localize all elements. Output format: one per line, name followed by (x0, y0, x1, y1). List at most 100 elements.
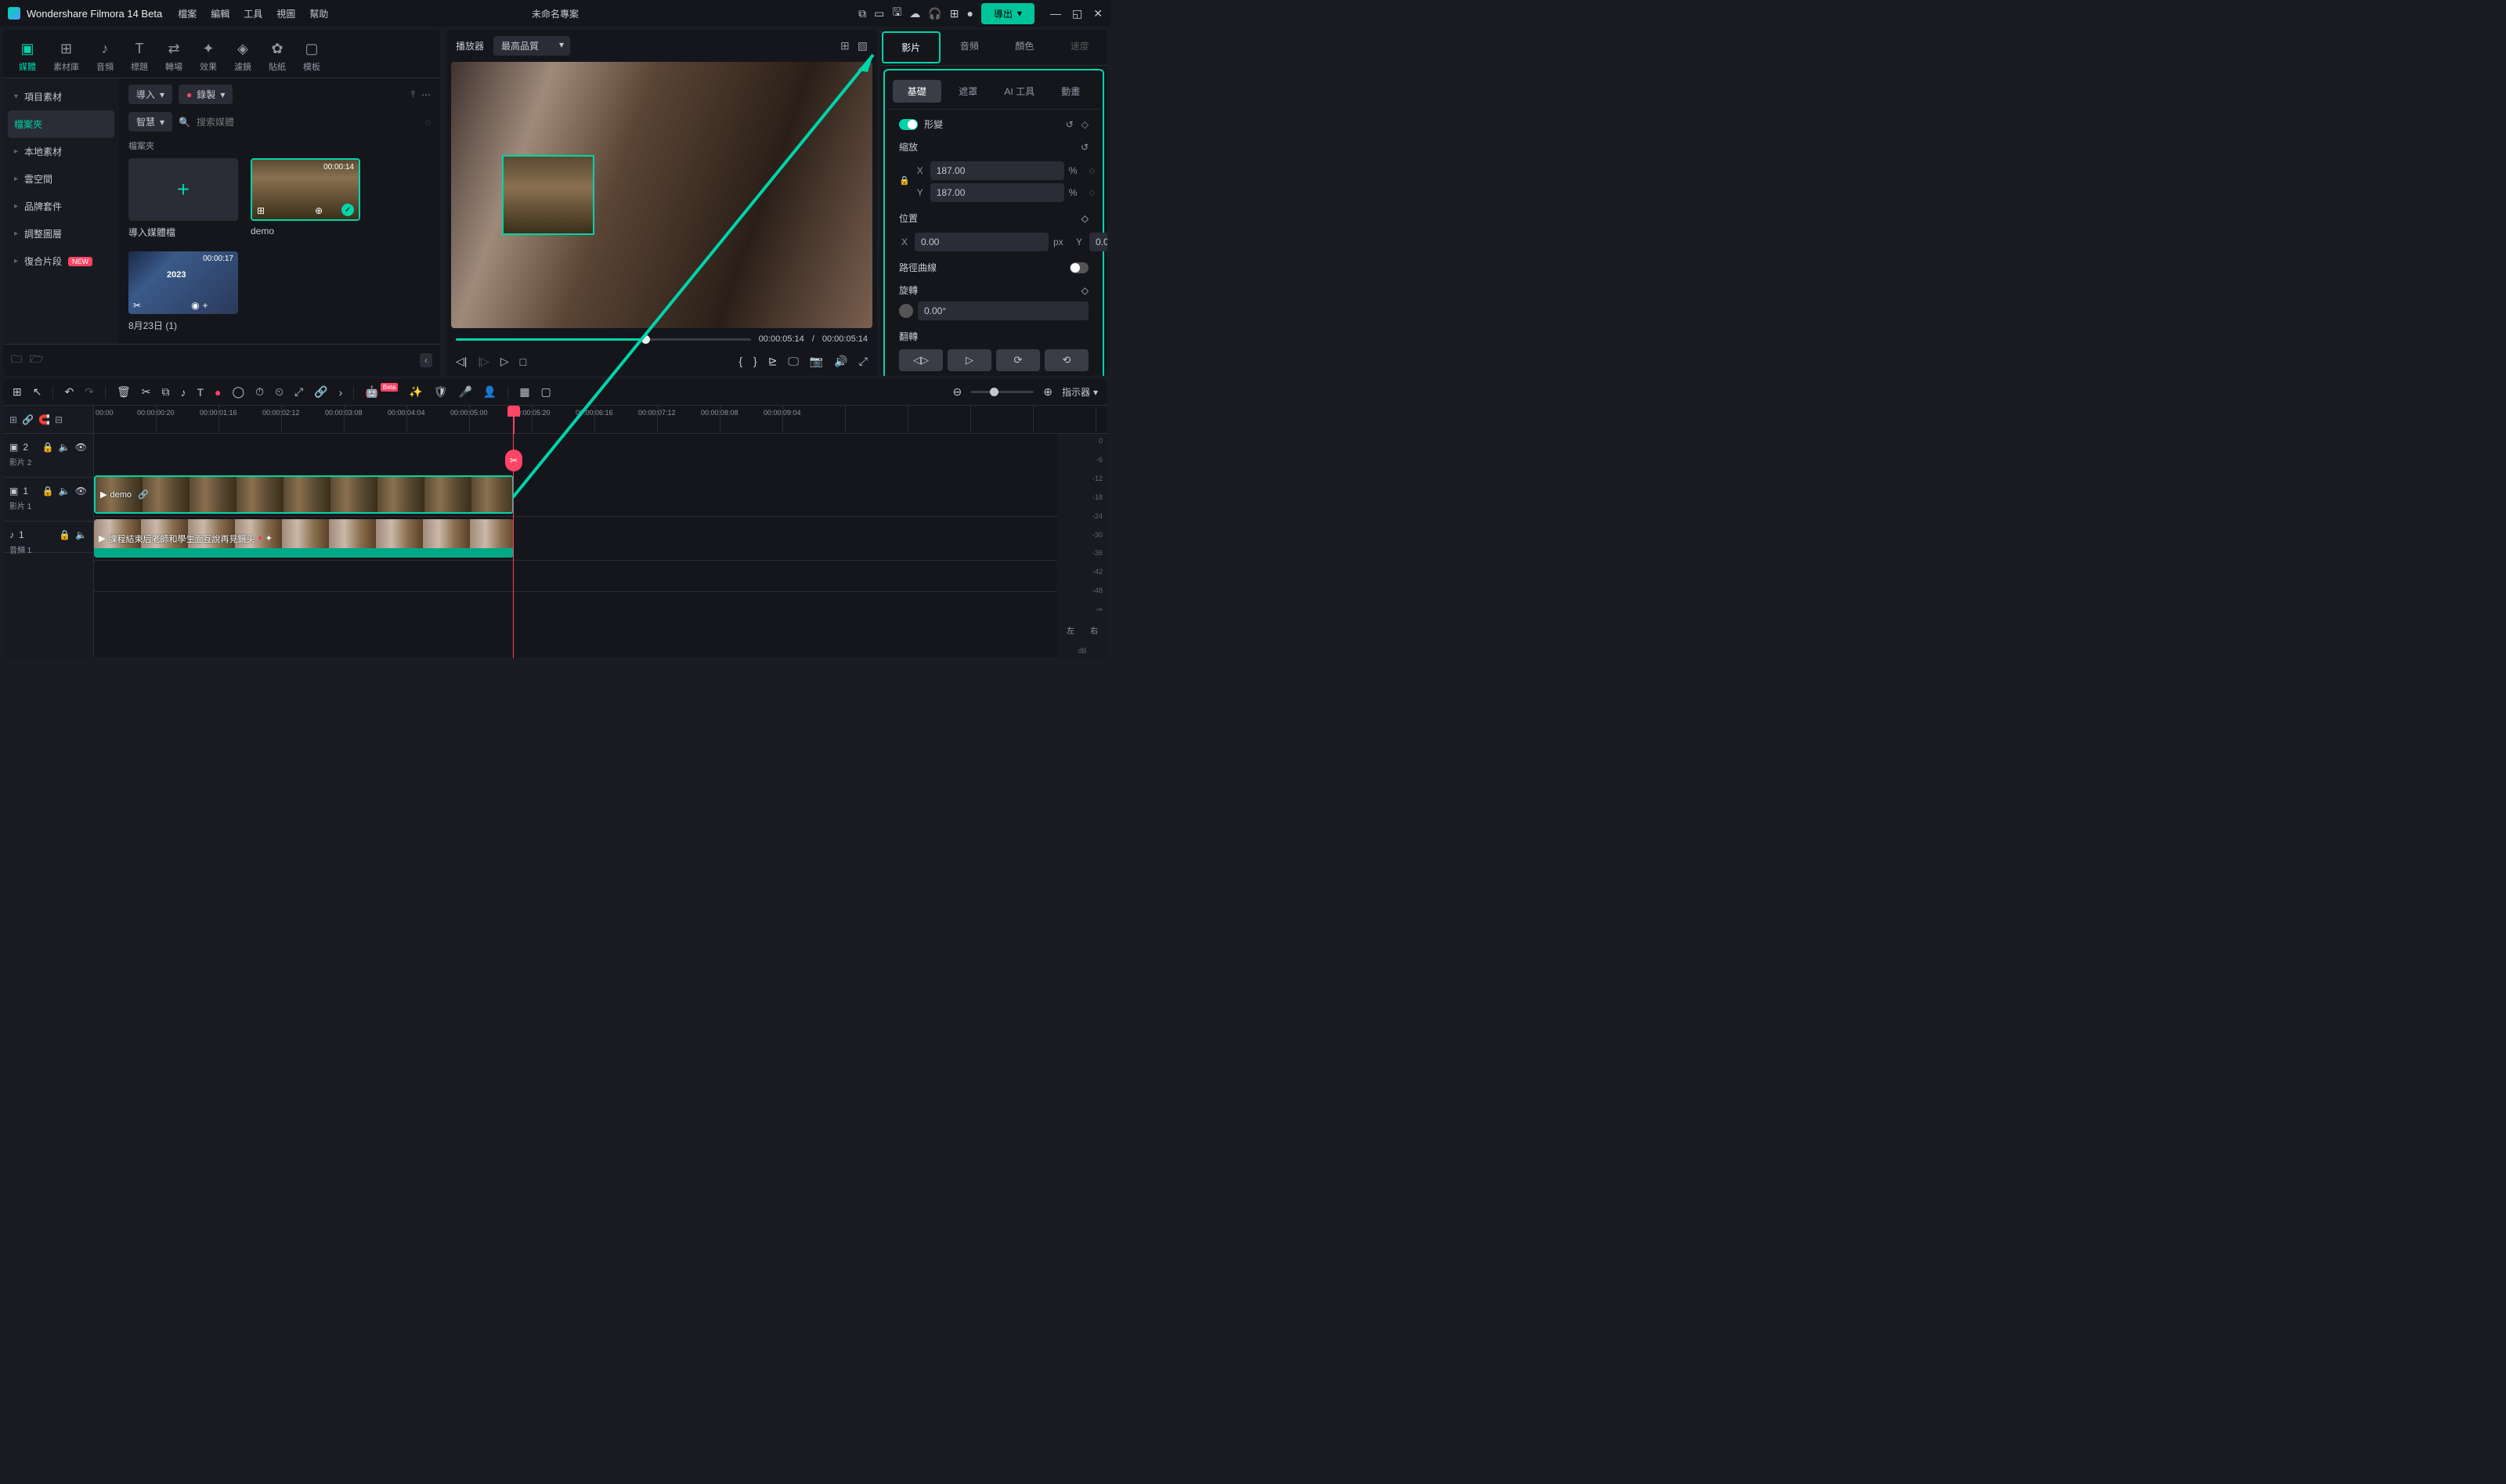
zoom-in-icon[interactable]: ⊕ (1043, 385, 1053, 399)
rotate-ccw-button[interactable]: ⟲ (1045, 349, 1089, 371)
tab-stock[interactable]: ⊞素材庫 (45, 36, 87, 78)
undo-icon[interactable]: ↶ (64, 385, 74, 399)
sparkle-icon[interactable]: ✨ (409, 385, 422, 399)
search-input[interactable] (197, 117, 419, 128)
scale-x-input[interactable] (930, 161, 1064, 180)
redo-icon[interactable]: ↷ (85, 385, 94, 399)
track-link-icon[interactable]: 🔗 (22, 414, 34, 425)
track-header-v1[interactable]: ▣1🔒🔈👁 影片 1 (3, 478, 93, 522)
crop-icon[interactable]: ⧉ (161, 385, 169, 399)
scissors-cut-icon[interactable]: ✂ (505, 450, 522, 471)
pip-overlay[interactable] (502, 155, 594, 235)
play-icon[interactable]: ▷ (500, 355, 509, 368)
display-icon[interactable]: ▭ (874, 7, 884, 20)
clip-demo-timeline[interactable]: ▶ demo 🔗 (94, 475, 514, 514)
import-dropdown[interactable]: 導入▾ (128, 85, 172, 104)
track-add-icon[interactable]: ⊞ (9, 414, 17, 425)
snapshot-icon[interactable]: ▧ (858, 39, 868, 52)
timer-icon[interactable]: ⏲ (275, 385, 283, 399)
mark-in-icon[interactable]: { (738, 355, 742, 368)
keyframe-icon[interactable]: ◇ (1089, 167, 1096, 175)
tab-stickers[interactable]: ✿貼紙 (261, 36, 294, 78)
inspector-tab-color[interactable]: 顏色 (997, 30, 1053, 65)
tab-media[interactable]: ▣媒體 (11, 36, 44, 78)
scale-reset-icon[interactable]: ↺ (1081, 142, 1089, 153)
scrub-handle[interactable] (641, 335, 650, 344)
fullscreen-icon[interactable]: ⤢ (859, 355, 868, 368)
inspector-tab-video[interactable]: 影片 (882, 31, 941, 63)
sidebar-item-project[interactable]: ▾項目素材 (3, 83, 119, 110)
rotate-cw-button[interactable]: ⟳ (996, 349, 1040, 371)
mark-out-icon[interactable]: } (753, 355, 757, 368)
stop-icon[interactable]: □ (520, 356, 526, 368)
tab-filters[interactable]: ◈濾鏡 (226, 36, 259, 78)
tl-add-icon[interactable]: ⊞ (13, 385, 22, 399)
sidebar-item-compound[interactable]: ▸復合片段NEW (3, 247, 119, 275)
reset-icon[interactable]: ↺ (1066, 119, 1074, 130)
tl-cursor-icon[interactable]: ↖ (33, 385, 42, 399)
user-avatar[interactable]: ● (967, 7, 973, 20)
expand-icon[interactable]: ⤢ (294, 385, 303, 399)
preview-viewport[interactable] (451, 62, 872, 328)
menu-view[interactable]: 視圖 (276, 7, 295, 20)
quality-dropdown[interactable]: 最高品質 (493, 36, 570, 56)
delete-icon[interactable]: 🗑 (117, 385, 131, 399)
keyframe-diamond-icon[interactable]: ◇ (1081, 119, 1089, 130)
sort-dropdown[interactable]: 智慧▾ (128, 112, 172, 132)
lock-icon[interactable]: 🔒 (899, 175, 910, 186)
shield-icon[interactable]: 🛡 (434, 385, 448, 399)
track-video-1[interactable]: ▶ 課程結束后老師和學生面互說再見鏡头 ♦ ✦ (94, 517, 1107, 561)
music-icon[interactable]: ♪ (180, 386, 186, 399)
sidebar-item-cloud[interactable]: ▸雲空間 (3, 165, 119, 193)
save-icon[interactable]: 🖫 (892, 4, 901, 23)
zoom-out-icon[interactable]: ⊖ (952, 385, 962, 399)
menu-tools[interactable]: 工具 (244, 7, 262, 20)
step-back-icon[interactable]: |▷ (478, 355, 489, 368)
subtab-ai[interactable]: AI 工具 (995, 80, 1044, 103)
subtab-animation[interactable]: 動畫 (1047, 80, 1096, 103)
menu-file[interactable]: 檔案 (178, 7, 197, 20)
pos-y-input[interactable] (1089, 233, 1107, 251)
volume-icon[interactable]: 🔊 (834, 355, 847, 368)
clip-aug23[interactable]: 00:00:17 ✂◉+ (128, 251, 238, 314)
keyframe-icon[interactable]: ◇ (1081, 213, 1089, 224)
cut-icon[interactable]: ✂ (142, 385, 151, 399)
keyframe-icon[interactable]: ◇ (1089, 189, 1096, 197)
mic-icon[interactable]: 🎤 (458, 385, 471, 399)
speed-icon[interactable]: ⏱ (255, 385, 264, 399)
keyframe-icon[interactable]: ◇ (1081, 285, 1089, 296)
import-media-tile[interactable]: + (128, 158, 238, 221)
rotation-dial-icon[interactable] (899, 304, 913, 318)
support-icon[interactable]: 🎧 (928, 7, 941, 20)
text-icon[interactable]: T (197, 386, 204, 399)
tab-templates[interactable]: ▢模板 (295, 36, 328, 78)
scale-y-input[interactable] (930, 183, 1064, 202)
ai-robot-icon[interactable]: 🤖Beta (365, 385, 398, 399)
close-icon[interactable]: ✕ (1093, 7, 1103, 20)
apps-icon[interactable]: ⊞ (950, 7, 959, 20)
inspector-tab-audio[interactable]: 音頻 (942, 30, 998, 65)
track-audio-1[interactable] (94, 561, 1107, 592)
indicator-dropdown[interactable]: 指示器 ▾ (1062, 385, 1098, 399)
new-folder-icon[interactable]: 🗁 (30, 351, 43, 370)
record-dot-icon[interactable]: ● (215, 386, 221, 399)
sidebar-item-brandkit[interactable]: ▸品牌套件 (3, 193, 119, 220)
sidebar-item-folder[interactable]: 檔案夾 (8, 110, 114, 138)
menu-edit[interactable]: 編輯 (211, 7, 229, 20)
more-icon[interactable]: ⋯ (421, 89, 431, 100)
circle-icon[interactable]: ◯ (232, 385, 244, 399)
menu-help[interactable]: 幫助 (309, 7, 328, 20)
track-header-v2[interactable]: ▣2🔒🔈👁 影片 2 (3, 434, 93, 478)
tab-audio[interactable]: ♪音頻 (88, 36, 121, 78)
person-icon[interactable]: 👤 (483, 385, 497, 399)
record-dropdown[interactable]: ●錄製▾ (179, 85, 233, 104)
link-icon[interactable]: 🔗 (314, 385, 327, 399)
layout-icon[interactable]: ⊞ (840, 39, 850, 52)
track-header-a1[interactable]: ♪1🔒🔈 音頻 1 (3, 522, 93, 553)
track-snap-icon[interactable]: ⊟ (55, 414, 63, 425)
more-tools-icon[interactable]: › (339, 386, 343, 399)
prev-frame-icon[interactable]: ◁| (456, 355, 467, 368)
clip-demo[interactable]: 00:00:14 ⊞⊕ ✓ (251, 158, 360, 221)
collapse-sidebar-icon[interactable]: ‹ (420, 353, 432, 367)
sort-icon[interactable]: ⊵ (768, 355, 778, 368)
